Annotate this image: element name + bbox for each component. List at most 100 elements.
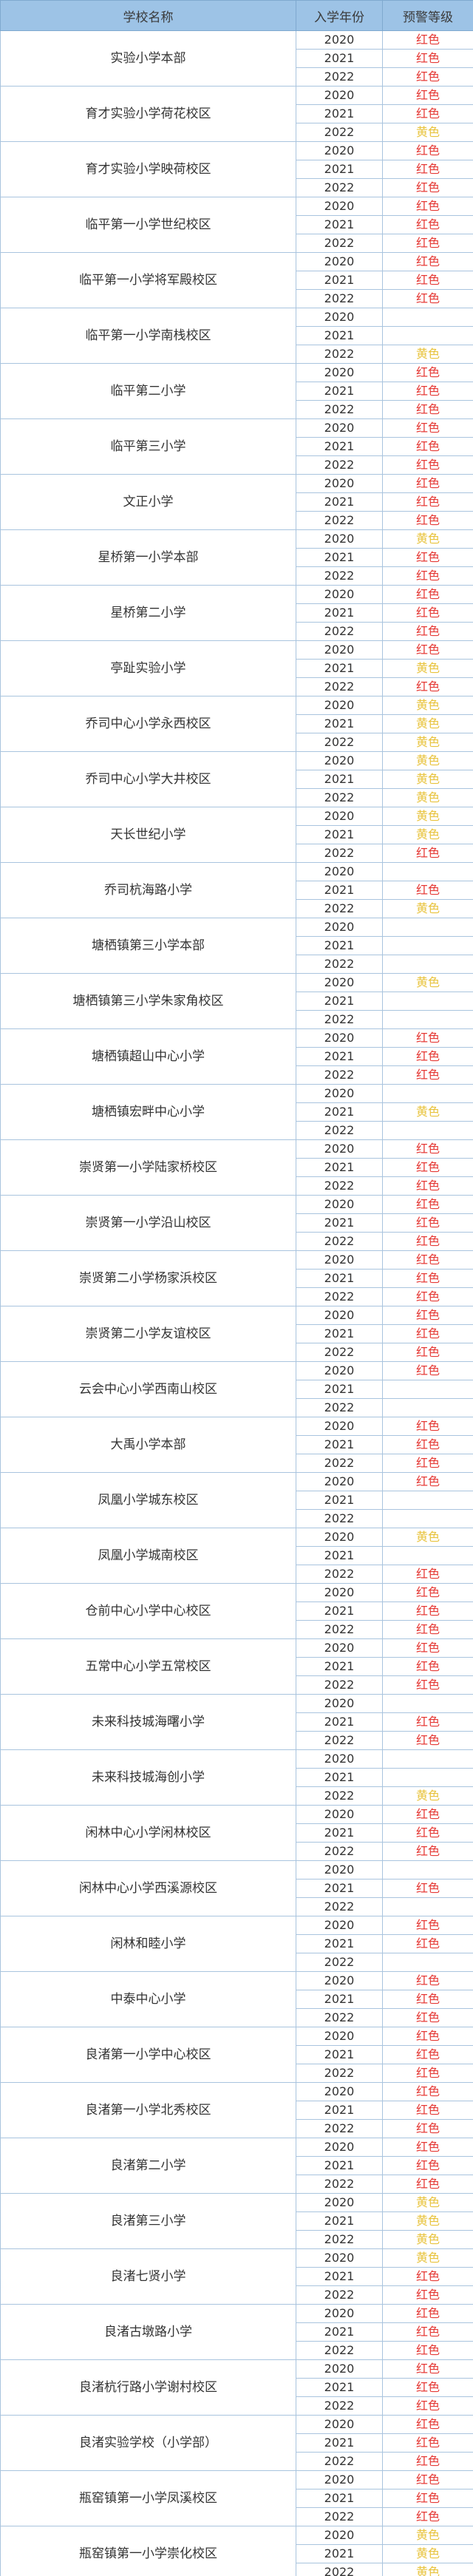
table-row: 临平第一小学世纪校区 2020 红色 (0, 197, 473, 253)
year-cell: 2021 (296, 492, 383, 512)
warning-level-cell (382, 1546, 473, 1565)
warning-level-cell: 红色 (382, 1916, 473, 1935)
warning-level-cell: 黄色 (382, 1528, 473, 1547)
year-cell: 2021 (296, 881, 383, 900)
year-cell: 2021 (296, 1546, 383, 1565)
school-name-cell: 崇贤第一小学沿山校区 (0, 1195, 296, 1251)
year-cell: 2020 (296, 1971, 383, 1990)
school-name-cell: 乔司杭海路小学 (0, 862, 296, 918)
year-cell: 2020 (296, 418, 383, 438)
year-cell: 2021 (296, 1879, 383, 1898)
year-cell: 2021 (296, 160, 383, 179)
year-cell: 2021 (296, 2322, 383, 2342)
warning-level-cell: 红色 (382, 844, 473, 863)
year-cell: 2021 (296, 659, 383, 678)
school-name-cell: 仓前中心小学中心校区 (0, 1583, 296, 1639)
year-cell: 2022 (296, 1343, 383, 1362)
table-row: 良渚七贤小学 2020 黄色 (0, 2248, 473, 2305)
warning-level-cell: 黄色 (382, 788, 473, 807)
year-cell: 2020 (296, 308, 383, 327)
warning-level-cell: 红色 (382, 400, 473, 419)
school-name-cell: 闲林中心小学闲林校区 (0, 1805, 296, 1861)
warning-level-cell: 红色 (382, 234, 473, 253)
table-row: 临平第一小学将军殿校区 2020 红色 (0, 252, 473, 308)
table-row: 崇贤第一小学沿山校区 2020 红色 (0, 1195, 473, 1251)
school-name-cell: 亭趾实验小学 (0, 640, 296, 696)
year-cell: 2020 (296, 1028, 383, 1048)
warning-level-cell: 红色 (382, 252, 473, 271)
warning-level-cell: 红色 (382, 178, 473, 197)
school-name-cell: 中泰中心小学 (0, 1971, 296, 2027)
warning-level-cell: 黄色 (382, 751, 473, 770)
school-name-cell: 未来科技城海创小学 (0, 1749, 296, 1806)
year-cell: 2021 (296, 437, 383, 456)
year-cell: 2021 (296, 2211, 383, 2231)
warning-level-cell: 红色 (382, 1934, 473, 1953)
warning-level-cell: 黄色 (382, 345, 473, 364)
year-cell: 2022 (296, 1731, 383, 1750)
school-name-cell: 良渚杭行路小学谢村校区 (0, 2359, 296, 2416)
warning-level-cell (382, 1010, 473, 1029)
year-cell: 2022 (296, 178, 383, 197)
warning-level-cell: 红色 (382, 2415, 473, 2434)
table-row: 凤凰小学城东校区 2020 红色 (0, 1472, 473, 1528)
warning-level-cell (382, 1121, 473, 1140)
school-name-cell: 乔司中心小学永西校区 (0, 696, 296, 752)
table-row: 良渚第一小学中心校区 2020 红色 (0, 2027, 473, 2083)
warning-level-cell (382, 1953, 473, 1972)
warning-level-cell: 红色 (382, 2082, 473, 2101)
spreadsheet: 学校名称 入学年份 预警等级 实验小学本部 2020 红色 2021 红色 2022 红色育… (0, 0, 473, 2576)
warning-level-cell: 黄色 (382, 696, 473, 715)
warning-level-cell: 红色 (382, 2396, 473, 2416)
school-name-cell: 云会中心小学西南山校区 (0, 1361, 296, 1417)
warning-level-cell: 红色 (382, 1842, 473, 1861)
year-cell: 2021 (296, 1380, 383, 1399)
warning-level-cell: 红色 (382, 2304, 473, 2323)
year-cell: 2022 (296, 788, 383, 807)
warning-level-cell: 红色 (382, 86, 473, 105)
year-cell: 2020 (296, 585, 383, 604)
year-cell: 2020 (296, 474, 383, 493)
warning-level-cell: 红色 (382, 1971, 473, 1990)
year-cell: 2020 (296, 751, 383, 770)
table-row: 闲林中心小学西溪源校区 2020 (0, 1860, 473, 1916)
year-cell: 2021 (296, 1934, 383, 1953)
school-name-cell: 实验小学本部 (0, 30, 296, 87)
year-cell: 2021 (296, 936, 383, 955)
warning-level-cell: 黄色 (382, 2193, 473, 2212)
year-cell: 2020 (296, 918, 383, 937)
warning-level-cell (382, 1749, 473, 1769)
warning-level-cell: 红色 (382, 1158, 473, 1177)
year-cell: 2022 (296, 123, 383, 142)
year-cell: 2021 (296, 1102, 383, 1122)
warning-level-cell: 红色 (382, 1250, 473, 1270)
warning-level-cell (382, 308, 473, 327)
table-row: 临平第一小学南栈校区 2020 (0, 308, 473, 364)
year-cell: 2020 (296, 363, 383, 382)
warning-level-cell: 红色 (382, 160, 473, 179)
year-cell: 2020 (296, 807, 383, 826)
warning-level-cell: 红色 (382, 585, 473, 604)
warning-level-cell: 红色 (382, 2138, 473, 2157)
warning-level-cell: 黄色 (382, 2248, 473, 2268)
school-name-cell: 星桥第二小学 (0, 585, 296, 641)
school-name-cell: 大禹小学本部 (0, 1417, 296, 1473)
warning-table: 学校名称 入学年份 预警等级 实验小学本部 2020 红色 2021 红色 2022 红色育… (0, 0, 473, 2576)
warning-level-cell: 红色 (382, 2101, 473, 2120)
year-cell: 2022 (296, 2285, 383, 2305)
header-level: 预警等级 (382, 0, 473, 31)
school-name-cell: 崇贤第一小学陆家桥校区 (0, 1139, 296, 1196)
year-cell: 2020 (296, 2359, 383, 2379)
year-cell: 2021 (296, 2433, 383, 2453)
year-cell: 2021 (296, 271, 383, 290)
warning-level-cell (382, 1491, 473, 1510)
year-cell: 2021 (296, 1657, 383, 1676)
year-cell: 2021 (296, 992, 383, 1011)
school-name-cell: 良渚古墩路小学 (0, 2304, 296, 2360)
warning-level-cell: 红色 (382, 1417, 473, 1436)
warning-level-cell: 黄色 (382, 659, 473, 678)
warning-level-cell: 红色 (382, 2341, 473, 2360)
year-cell: 2021 (296, 1768, 383, 1787)
warning-level-cell: 红色 (382, 1435, 473, 1454)
warning-level-cell: 红色 (382, 2359, 473, 2379)
